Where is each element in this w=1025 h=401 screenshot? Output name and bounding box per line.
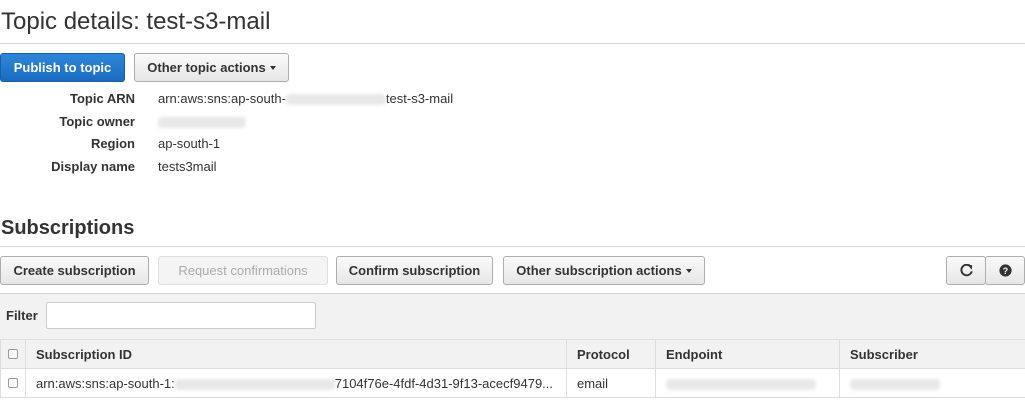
request-confirmations-label: Request confirmations — [178, 263, 308, 278]
subscription-id-suffix: 7104f76e-4fdf-4d31-9f13-acecf9479... — [334, 375, 554, 391]
refresh-button[interactable] — [946, 256, 986, 285]
svg-text:?: ? — [1002, 266, 1007, 276]
select-all-checkbox[interactable] — [8, 349, 18, 359]
filter-input[interactable] — [46, 302, 316, 329]
column-protocol[interactable]: Protocol — [566, 339, 656, 369]
row-select-cell[interactable] — [0, 368, 26, 398]
help-button[interactable]: ? — [985, 256, 1025, 285]
topic-arn-label: Topic ARN — [70, 91, 135, 106]
display-name-value: tests3mail — [158, 159, 217, 174]
subscription-id-cell: arn:aws:sns:ap-south-1: 7104f76e-4fdf-4d3… — [25, 368, 567, 398]
request-confirmations-button[interactable]: Request confirmations — [158, 256, 328, 285]
endpoint-cell — [655, 368, 840, 398]
region-label: Region — [90, 136, 135, 151]
page-title: Topic details: test-s3-mail — [1, 8, 271, 35]
confirm-subscription-button[interactable]: Confirm subscription — [336, 256, 493, 285]
protocol-cell: email — [566, 368, 656, 398]
select-all-cell[interactable] — [0, 339, 26, 369]
redacted-owner-id — [158, 117, 246, 129]
other-topic-actions-label: Other topic actions — [147, 60, 266, 75]
subscriptions-divider — [0, 246, 1025, 247]
display-name-label: Display name — [51, 159, 135, 174]
topic-owner-label: Topic owner — [59, 114, 135, 129]
filter-bar: Filter — [0, 293, 1025, 339]
other-topic-actions-button[interactable]: Other topic actions — [134, 53, 289, 82]
redacted-subscriber — [850, 378, 940, 390]
title-divider — [0, 43, 1025, 44]
subscription-id-prefix: arn:aws:sns:ap-south-1: — [36, 375, 175, 391]
table-header-row: Subscription ID Protocol Endpoint Subscr… — [0, 339, 1025, 369]
other-subscription-actions-button[interactable]: Other subscription actions — [503, 256, 705, 285]
subscriptions-heading: Subscriptions — [1, 217, 135, 239]
help-icon: ? — [998, 264, 1012, 277]
topic-arn-value: arn:aws:sns:ap-south-test-s3-mail — [158, 91, 453, 106]
table-row[interactable]: arn:aws:sns:ap-south-1: 7104f76e-4fdf-4d3… — [0, 368, 1025, 398]
caret-down-icon — [269, 65, 276, 70]
topic-arn-prefix: arn:aws:sns:ap-south- — [158, 91, 286, 106]
confirm-subscription-label: Confirm subscription — [348, 263, 481, 278]
create-subscription-label: Create subscription — [13, 263, 136, 278]
refresh-icon — [959, 264, 973, 277]
column-subscriber[interactable]: Subscriber — [839, 339, 1025, 369]
filter-label: Filter — [6, 308, 38, 323]
subscriber-cell — [839, 368, 1025, 398]
column-endpoint[interactable]: Endpoint — [655, 339, 840, 369]
other-subscription-actions-label: Other subscription actions — [516, 263, 682, 278]
create-subscription-button[interactable]: Create subscription — [0, 256, 149, 285]
caret-down-icon — [685, 268, 692, 273]
topic-owner-value — [158, 114, 246, 129]
subscriptions-table: Subscription ID Protocol Endpoint Subscr… — [0, 339, 1025, 398]
row-checkbox[interactable] — [8, 378, 18, 388]
topic-arn-suffix: test-s3-mail — [385, 91, 454, 106]
column-subscription-id[interactable]: Subscription ID — [25, 339, 567, 369]
redacted-account-id — [285, 94, 386, 106]
region-value: ap-south-1 — [158, 136, 221, 151]
redacted-subscription-segment — [174, 378, 335, 390]
redacted-endpoint — [666, 378, 816, 390]
publish-to-topic-button[interactable]: Publish to topic — [0, 53, 125, 82]
publish-to-topic-label: Publish to topic — [13, 60, 112, 75]
